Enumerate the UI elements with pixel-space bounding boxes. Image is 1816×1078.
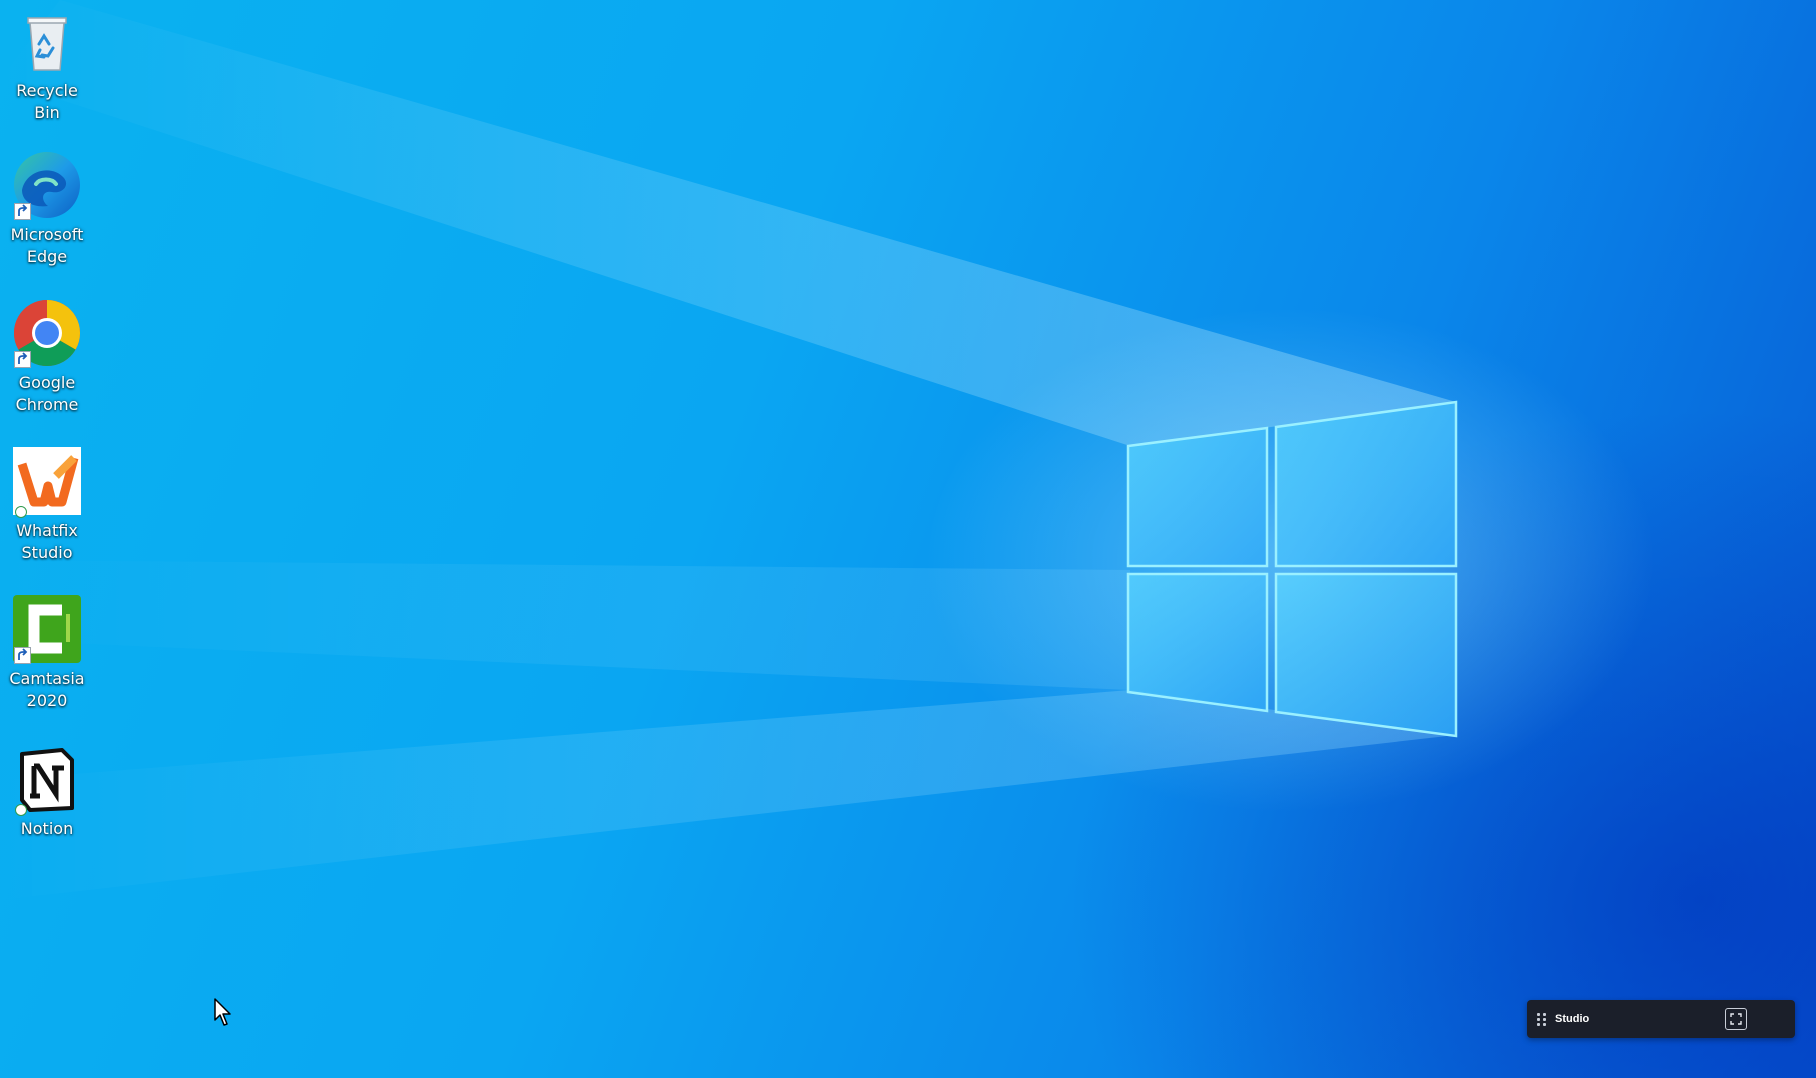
expand-icon [1730,1013,1742,1025]
google-chrome-icon [12,298,82,368]
desktop-icon-label: Notion [20,819,74,838]
desktop-icon-label: Whatfix Studio [16,521,78,562]
desktop-icon-label: Recycle Bin [16,81,78,122]
desktop-icon-google-chrome[interactable]: Google Chrome [2,298,92,416]
studio-widget[interactable]: Studio [1527,1000,1795,1038]
desktop-icon-label: Microsoft Edge [10,225,84,266]
sync-status-icon [15,804,27,816]
whatfix-studio-icon [12,446,82,518]
recycle-bin-icon [12,6,82,76]
wallpaper-light-beams [0,0,1456,900]
desktop-icon-microsoft-edge[interactable]: Microsoft Edge [2,150,92,268]
studio-widget-label: Studio [1555,1013,1590,1025]
sync-status-icon [15,506,27,518]
shortcut-arrow-icon [14,647,31,664]
shortcut-arrow-icon [14,203,31,220]
notion-icon [12,744,82,816]
shortcut-arrow-icon [14,351,31,368]
desktop-icon-label: Camtasia 2020 [9,669,85,710]
desktop-background: Recycle Bin Microsoft Edge Google Chrome… [0,0,1816,1078]
desktop-icon-notion[interactable]: Notion [2,744,92,840]
camtasia-icon [12,594,82,664]
windows-logo-icon [1126,400,1458,738]
desktop-icon-camtasia[interactable]: Camtasia 2020 [2,594,92,712]
desktop-icon-whatfix-studio[interactable]: Whatfix Studio [2,446,92,564]
drag-handle-icon[interactable] [1537,1012,1547,1026]
desktop-icon-label: Google Chrome [15,373,79,414]
desktop-icon-recycle-bin[interactable]: Recycle Bin [2,6,92,124]
microsoft-edge-icon [12,150,82,220]
mouse-cursor-icon [214,998,231,1026]
expand-button[interactable] [1725,1008,1747,1030]
